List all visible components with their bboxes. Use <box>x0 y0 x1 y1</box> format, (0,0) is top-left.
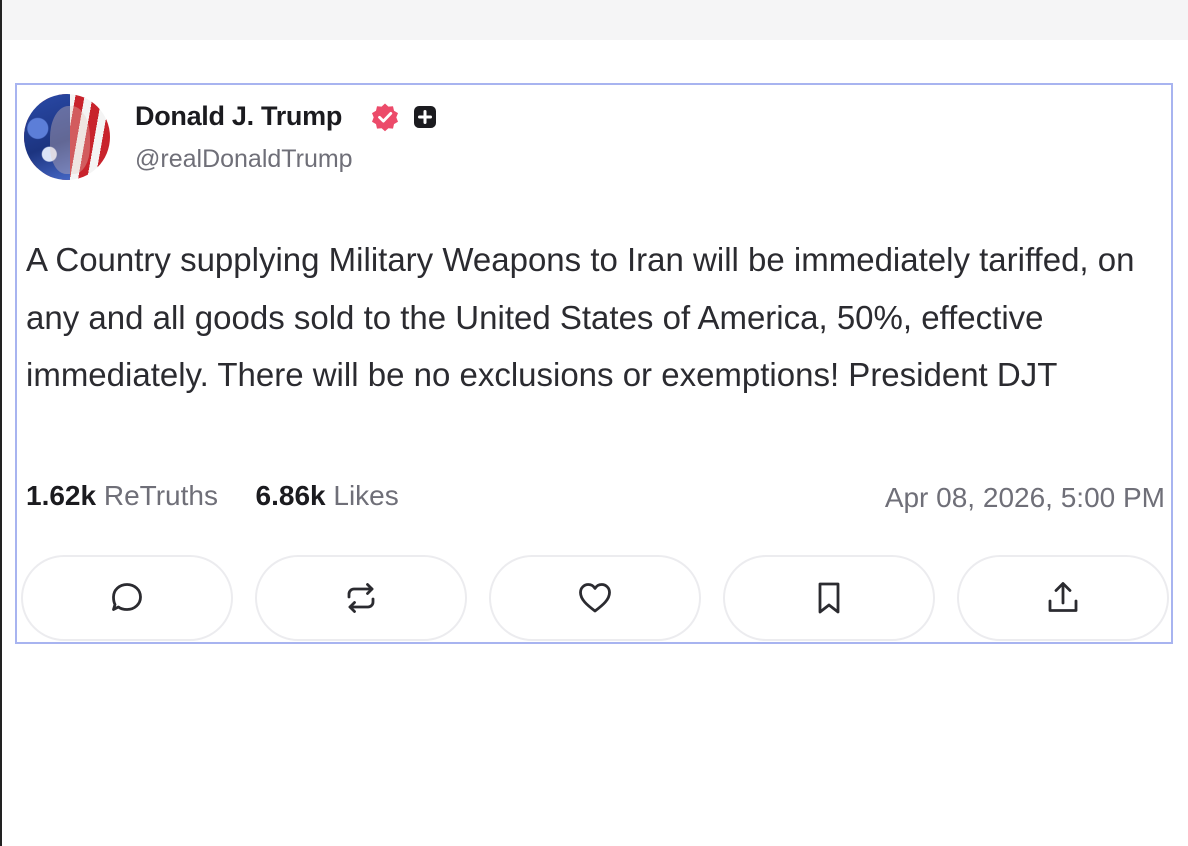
plus-badge-icon <box>414 106 436 128</box>
likes-label[interactable]: Likes <box>333 480 398 511</box>
avatar[interactable] <box>24 94 110 180</box>
display-name[interactable]: Donald J. Trump <box>135 101 342 132</box>
share-button[interactable] <box>957 555 1169 641</box>
reply-icon <box>112 583 142 611</box>
verified-badge-icon <box>372 103 398 132</box>
reply-button[interactable] <box>21 555 233 641</box>
window-edge <box>0 0 2 846</box>
top-header-strip <box>2 0 1188 40</box>
post-card: Donald J. Trump @realDonaldTrump A Count… <box>15 83 1173 644</box>
likes-count[interactable]: 6.86k <box>256 480 326 511</box>
heart-icon <box>579 583 611 613</box>
retruths-count[interactable]: 1.62k <box>26 480 96 511</box>
user-handle[interactable]: @realDonaldTrump <box>135 145 353 174</box>
share-icon <box>1048 582 1078 612</box>
post-timestamp: Apr 08, 2026, 5:00 PM <box>884 482 1165 513</box>
like-button[interactable] <box>489 555 701 641</box>
post-text: A Country supplying Military Weapons to … <box>26 241 1135 393</box>
bookmark-icon <box>818 582 840 614</box>
bookmark-button[interactable] <box>723 555 935 641</box>
retruth-button[interactable] <box>255 555 467 641</box>
retruth-icon <box>347 583 375 613</box>
retruths-label[interactable]: ReTruths <box>104 480 218 511</box>
post-stats: 1.62k ReTruths 6.86k Likes <box>26 480 399 512</box>
avatar-face <box>50 106 90 174</box>
